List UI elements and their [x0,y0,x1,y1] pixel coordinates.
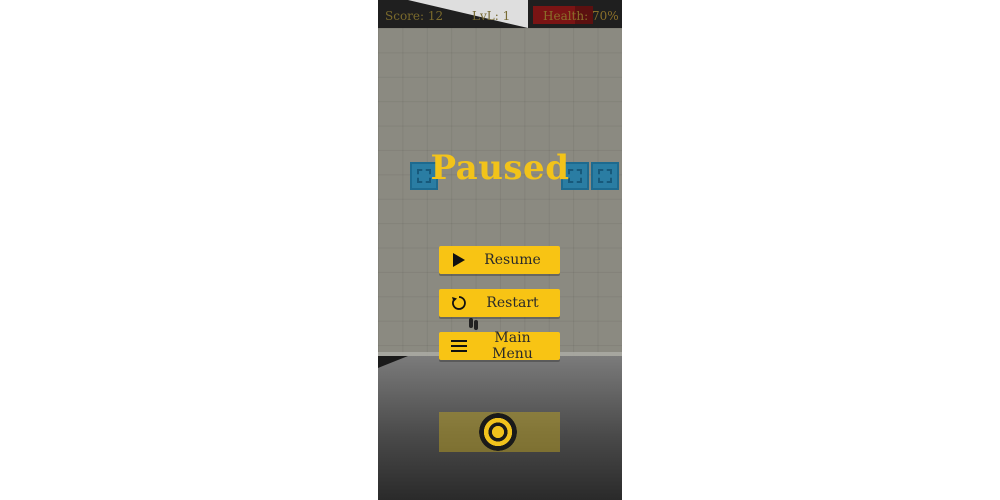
resume-button[interactable]: Resume [439,246,560,274]
main-menu-label: Main Menu [492,330,533,362]
menu-icon [445,340,473,352]
joystick-pad[interactable] [439,412,560,452]
play-icon [445,253,473,267]
main-menu-button[interactable]: Main Menu [439,330,560,362]
joystick-knob-icon[interactable] [479,413,517,451]
game-screen: Score: 12 LvL: 1 Health: 70% Paused Resu… [378,0,622,500]
player-character [469,318,479,330]
resume-label: Resume [484,252,541,268]
restart-icon [445,295,473,311]
health-label: Health: 70% [543,9,619,23]
restart-label: Restart [486,295,539,311]
restart-button[interactable]: Restart [439,289,560,317]
score-label: Score: 12 [385,9,444,23]
level-label: LvL: 1 [472,9,511,23]
paused-title: Paused [430,148,570,188]
ground-edge [378,356,408,368]
